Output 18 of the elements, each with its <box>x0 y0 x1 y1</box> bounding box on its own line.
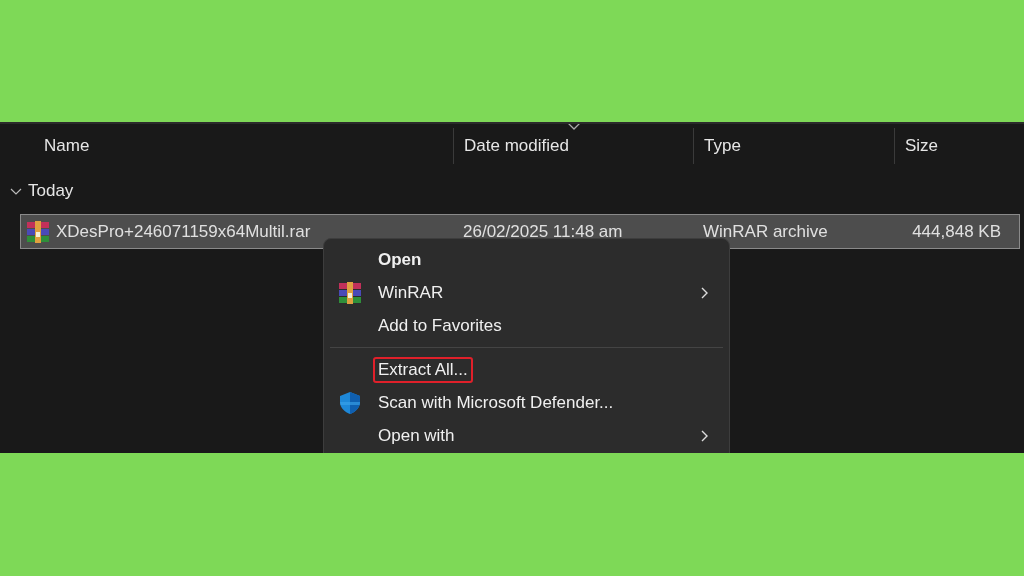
column-header[interactable]: Size <box>905 136 939 156</box>
file-name: XDesPro+246071159x64Multil.rar <box>56 221 311 242</box>
menu-item[interactable]: Add to Favorites <box>373 312 507 339</box>
size-cell-text: 444,848 KB <box>911 221 1001 242</box>
column-header[interactable]: Date modified <box>464 136 569 156</box>
menu-item[interactable]: Extract All... <box>373 356 473 383</box>
menu-item[interactable]: Open <box>373 246 427 273</box>
column-header[interactable]: Name <box>44 136 90 156</box>
archive-icon <box>338 280 362 305</box>
menu-item[interactable]: Scan with Microsoft Defender... <box>373 389 619 416</box>
shield-icon <box>338 390 362 415</box>
archive-icon <box>26 219 50 244</box>
type-cell-text: WinRAR archive <box>702 221 829 242</box>
date-cell-text: 26/02/2025 11:48 am <box>462 221 624 242</box>
menu-item[interactable]: Open with <box>373 422 460 449</box>
menu-item[interactable]: WinRAR <box>373 279 449 306</box>
group-label: Today <box>28 181 74 201</box>
column-header[interactable]: Type <box>704 136 741 156</box>
